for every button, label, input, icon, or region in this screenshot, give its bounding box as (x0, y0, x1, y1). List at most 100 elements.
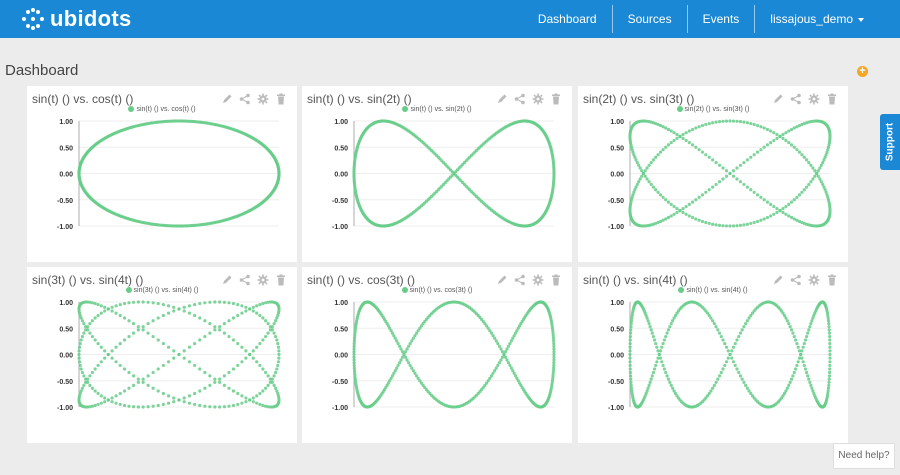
data-point (724, 174, 729, 178)
data-point (275, 338, 279, 342)
data-point (114, 360, 118, 364)
gear-icon[interactable] (532, 274, 544, 286)
data-point (106, 307, 110, 311)
chart-plot[interactable]: 1.00 0.50 0.00 -0.50 -1.00 (27, 295, 297, 443)
data-point (694, 198, 698, 202)
data-point (397, 344, 402, 348)
trash-icon[interactable] (275, 274, 287, 286)
data-point (99, 304, 103, 308)
trash-icon[interactable] (275, 93, 287, 105)
data-point (828, 352, 832, 357)
data-point (161, 313, 165, 318)
data-point (828, 345, 832, 349)
data-point (792, 145, 796, 149)
trash-icon[interactable] (826, 93, 838, 105)
data-point (791, 374, 795, 378)
chart-legend[interactable]: sin(t) () vs. sin(4t) () (578, 287, 848, 294)
data-point (672, 131, 676, 135)
data-point (664, 217, 668, 221)
data-point (161, 302, 165, 307)
nav-sources[interactable]: Sources (613, 0, 687, 38)
trash-icon[interactable] (826, 274, 838, 286)
data-point (728, 171, 732, 176)
data-point (96, 302, 100, 307)
chart-plot[interactable]: 1.00 0.50 0.00 -0.50 -1.00 (578, 114, 848, 262)
data-point (266, 322, 270, 326)
data-point (494, 339, 498, 343)
data-point (198, 403, 202, 408)
data-point (717, 223, 722, 227)
pencil-icon[interactable] (496, 93, 508, 105)
data-point (726, 349, 730, 353)
ubidots-logo[interactable]: ubidots (22, 7, 132, 31)
data-point (352, 352, 356, 357)
share-icon[interactable] (790, 93, 802, 105)
share-icon[interactable] (239, 93, 251, 105)
data-point (815, 171, 819, 176)
gear-icon[interactable] (532, 93, 544, 105)
widget-title: sin(3t) () vs. sin(4t) () (32, 273, 144, 287)
data-point (668, 380, 672, 384)
data-point (745, 386, 749, 390)
share-icon[interactable] (239, 274, 251, 286)
support-tab[interactable]: Support (880, 114, 900, 170)
chart-legend[interactable]: sin(t) () vs. cos(t) () (27, 106, 297, 113)
data-point (193, 402, 197, 407)
pencil-icon[interactable] (772, 93, 784, 105)
pencil-icon[interactable] (496, 274, 508, 286)
chart-plot[interactable]: 1.00 0.50 0.00 -0.50 -1.00 (302, 114, 572, 262)
pencil-icon[interactable] (221, 274, 233, 286)
data-point (166, 304, 171, 308)
nav-events[interactable]: Events (688, 0, 755, 38)
y-tick-label: -1.00 (332, 405, 348, 412)
chart-plot[interactable]: 1.00 0.50 0.00 -0.50 -1.00 (578, 295, 848, 443)
pencil-icon[interactable] (221, 93, 233, 105)
chart-legend[interactable]: sin(t) () vs. sin(2t) () (302, 106, 572, 113)
data-point (669, 141, 673, 145)
gear-icon[interactable] (257, 274, 269, 286)
data-point (86, 328, 90, 332)
data-point (655, 360, 659, 364)
user-menu[interactable]: lissajous_demo (755, 0, 900, 38)
share-icon[interactable] (790, 274, 802, 286)
data-point (801, 360, 805, 364)
chart-legend[interactable]: sin(3t) () vs. sin(4t) () (27, 287, 297, 294)
share-icon[interactable] (514, 93, 526, 105)
pencil-icon[interactable] (772, 274, 784, 286)
data-point (118, 341, 122, 346)
data-point (666, 127, 671, 132)
data-point (672, 212, 676, 216)
data-point (213, 325, 217, 329)
chart-legend[interactable]: sin(t) () vs. cos(3t) () (302, 287, 572, 294)
chart-legend[interactable]: sin(2t) () vs. sin(3t) () (578, 106, 848, 113)
data-point (818, 177, 822, 181)
data-point (407, 361, 411, 365)
data-point (80, 319, 85, 323)
chart-plot[interactable]: 1.00 0.50 0.00 -0.50 -1.00 (27, 114, 297, 262)
trash-icon[interactable] (550, 274, 562, 286)
data-point (819, 180, 823, 184)
need-help-button[interactable]: Need help? (833, 443, 895, 469)
gear-icon[interactable] (257, 93, 269, 105)
data-point (93, 338, 97, 342)
data-point (261, 403, 265, 408)
data-point (172, 400, 176, 404)
data-point (258, 313, 262, 318)
data-point (656, 190, 660, 194)
trash-icon[interactable] (550, 93, 562, 105)
gear-icon[interactable] (808, 274, 820, 286)
add-widget-button[interactable]: + (857, 66, 868, 77)
data-point (629, 325, 633, 329)
chart-plot[interactable]: 1.00 0.50 0.00 -0.50 -1.00 (302, 295, 572, 443)
data-point (714, 182, 718, 187)
data-point (208, 300, 212, 304)
nav-dashboard[interactable]: Dashboard (523, 0, 612, 38)
data-point (231, 367, 236, 371)
y-tick-label: 0.00 (334, 172, 348, 179)
data-point (714, 120, 718, 124)
data-point (266, 374, 270, 378)
share-icon[interactable] (514, 274, 526, 286)
gear-icon[interactable] (808, 93, 820, 105)
data-point (712, 322, 716, 326)
data-point (136, 405, 140, 409)
